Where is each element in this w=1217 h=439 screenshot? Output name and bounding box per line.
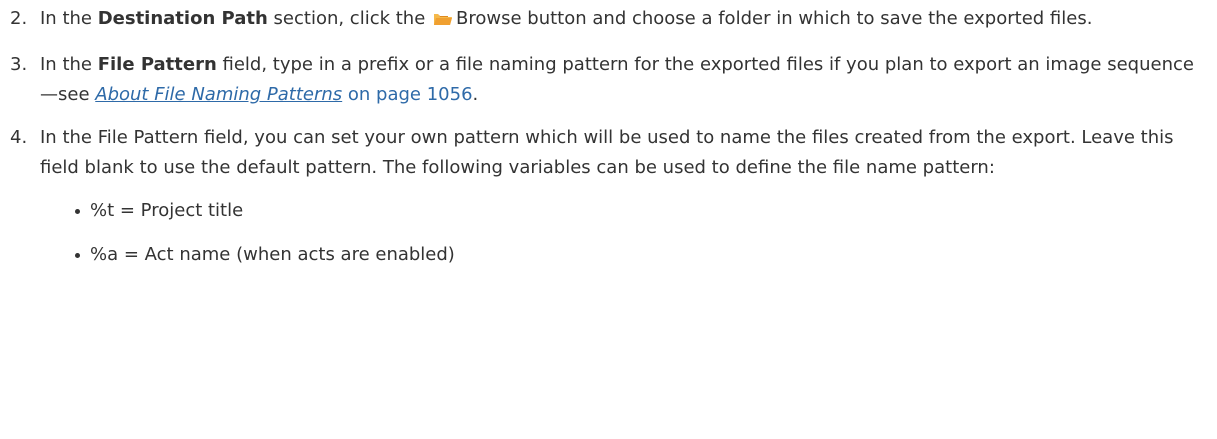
step-text-post: button and choose a folder in which to s… — [521, 8, 1093, 29]
step-text-pre: In the — [40, 54, 98, 75]
step-number: 4. — [10, 127, 28, 148]
step-number: 3. — [10, 54, 28, 75]
file-pattern-label: File Pattern — [97, 54, 217, 75]
list-item: %t = Project title — [0, 196, 1217, 226]
folder-icon — [433, 7, 453, 37]
step-text-mid: section, click the — [267, 8, 432, 29]
step-4: 4. In the File Pattern field, you can se… — [0, 123, 1217, 183]
destination-path-label: Destination Path — [97, 8, 268, 29]
step-number: 2. — [10, 8, 28, 29]
list-item: %a = Act name (when acts are enabled) — [0, 240, 1217, 270]
document-page: 2. In the Destination Path section, clic… — [0, 0, 1217, 439]
step-3: 3. In the File Pattern field, type in a … — [0, 50, 1217, 110]
page-reference[interactable]: on page 1056 — [342, 84, 473, 105]
browse-button-label: Browse — [456, 8, 522, 29]
step-text-pre: In the — [40, 8, 98, 29]
variable-list: %t = Project title %a = Act name (when a… — [0, 196, 1217, 270]
file-naming-patterns-link[interactable]: About File Naming Patterns — [95, 84, 342, 105]
step-text-post: . — [472, 84, 479, 105]
step-2: 2. In the Destination Path section, clic… — [0, 4, 1217, 37]
step-text: In the File Pattern field, you can set y… — [40, 127, 1174, 178]
